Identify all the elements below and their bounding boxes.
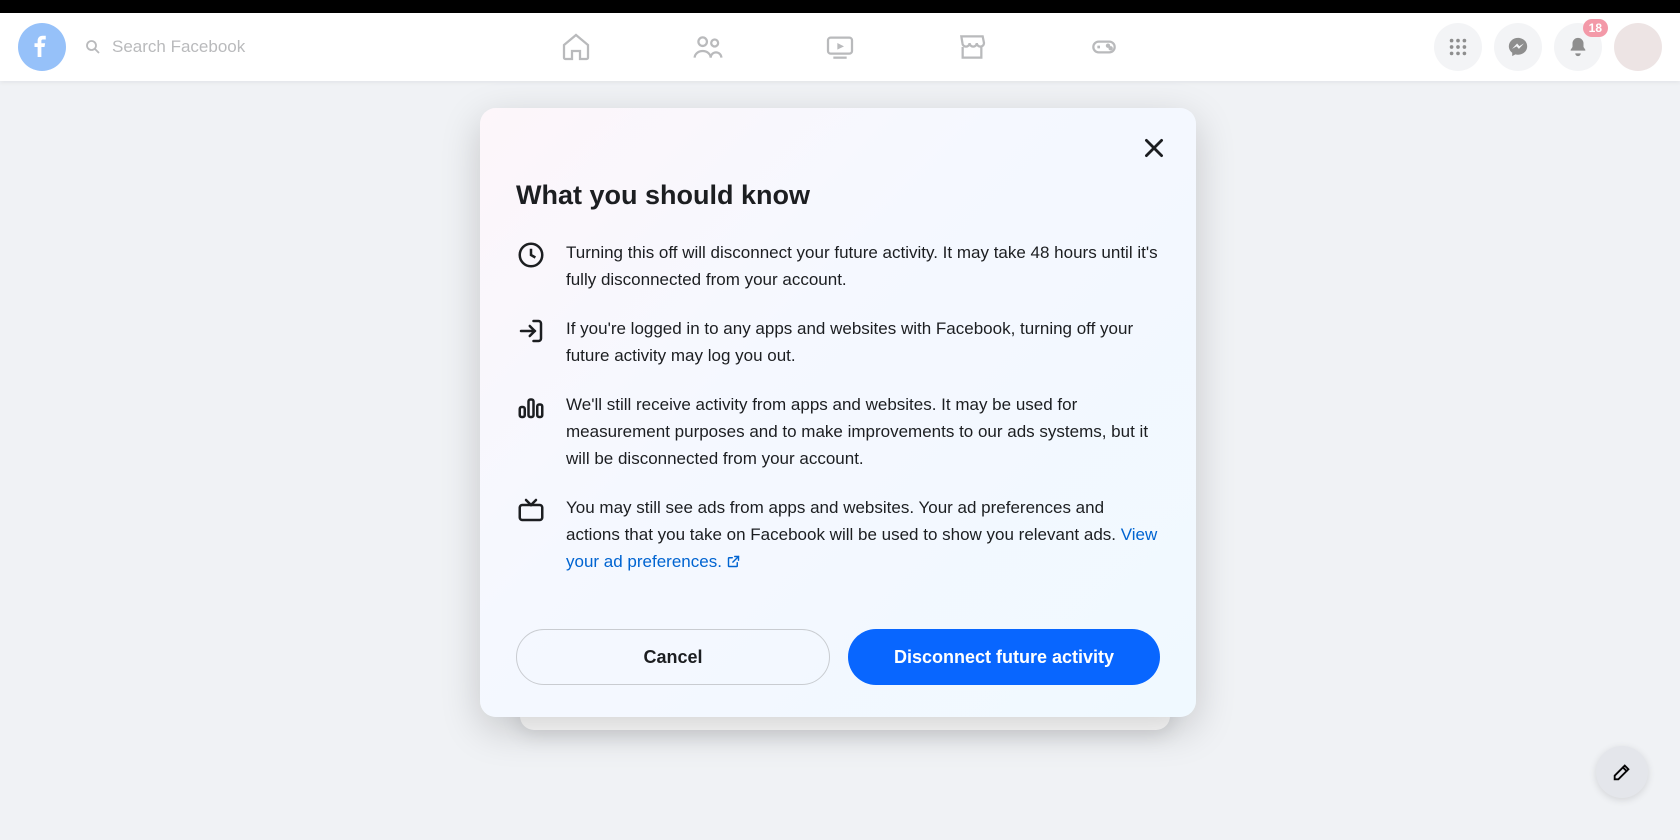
nav-gaming[interactable]: [1088, 31, 1120, 63]
external-link-icon: [726, 554, 741, 569]
modal-title: What you should know: [516, 180, 1160, 211]
info-item-measurement: We'll still receive activity from apps a…: [516, 391, 1160, 472]
info-item-logout: If you're logged in to any apps and webs…: [516, 315, 1160, 369]
close-icon: [1141, 135, 1167, 161]
menu-grid-button[interactable]: [1434, 23, 1482, 71]
search-icon: [84, 38, 102, 56]
facebook-logo[interactable]: [18, 23, 66, 71]
info-text: Turning this off will disconnect your fu…: [566, 239, 1160, 293]
search-box[interactable]: Search Facebook: [84, 37, 245, 57]
info-text: We'll still receive activity from apps a…: [566, 391, 1160, 472]
close-modal-button[interactable]: [1134, 128, 1174, 168]
logout-icon: [516, 315, 546, 369]
notification-badge: 18: [1583, 19, 1608, 37]
nav-home[interactable]: [560, 31, 592, 63]
profile-avatar[interactable]: [1614, 23, 1662, 71]
info-text: If you're logged in to any apps and webs…: [566, 315, 1160, 369]
center-nav: [560, 31, 1120, 63]
info-item-ads: You may still see ads from apps and webs…: [516, 494, 1160, 575]
tv-icon: [516, 494, 546, 575]
header-right-actions: 18: [1434, 23, 1662, 71]
what-you-should-know-modal: What you should know Turning this off wi…: [480, 108, 1196, 717]
modal-actions: Cancel Disconnect future activity: [516, 629, 1160, 685]
top-nav-bar: Search Facebook 18: [0, 13, 1680, 81]
disconnect-button[interactable]: Disconnect future activity: [848, 629, 1160, 685]
compose-button[interactable]: [1596, 746, 1648, 798]
messenger-button[interactable]: [1494, 23, 1542, 71]
edit-icon: [1611, 761, 1633, 783]
info-text: You may still see ads from apps and webs…: [566, 494, 1160, 575]
nav-friends[interactable]: [692, 31, 724, 63]
bar-chart-icon: [516, 391, 546, 472]
nav-watch[interactable]: [824, 31, 856, 63]
browser-chrome-top: [0, 0, 1680, 13]
search-placeholder: Search Facebook: [112, 37, 245, 57]
info-item-time: Turning this off will disconnect your fu…: [516, 239, 1160, 293]
clock-icon: [516, 239, 546, 293]
nav-marketplace[interactable]: [956, 31, 988, 63]
cancel-button[interactable]: Cancel: [516, 629, 830, 685]
